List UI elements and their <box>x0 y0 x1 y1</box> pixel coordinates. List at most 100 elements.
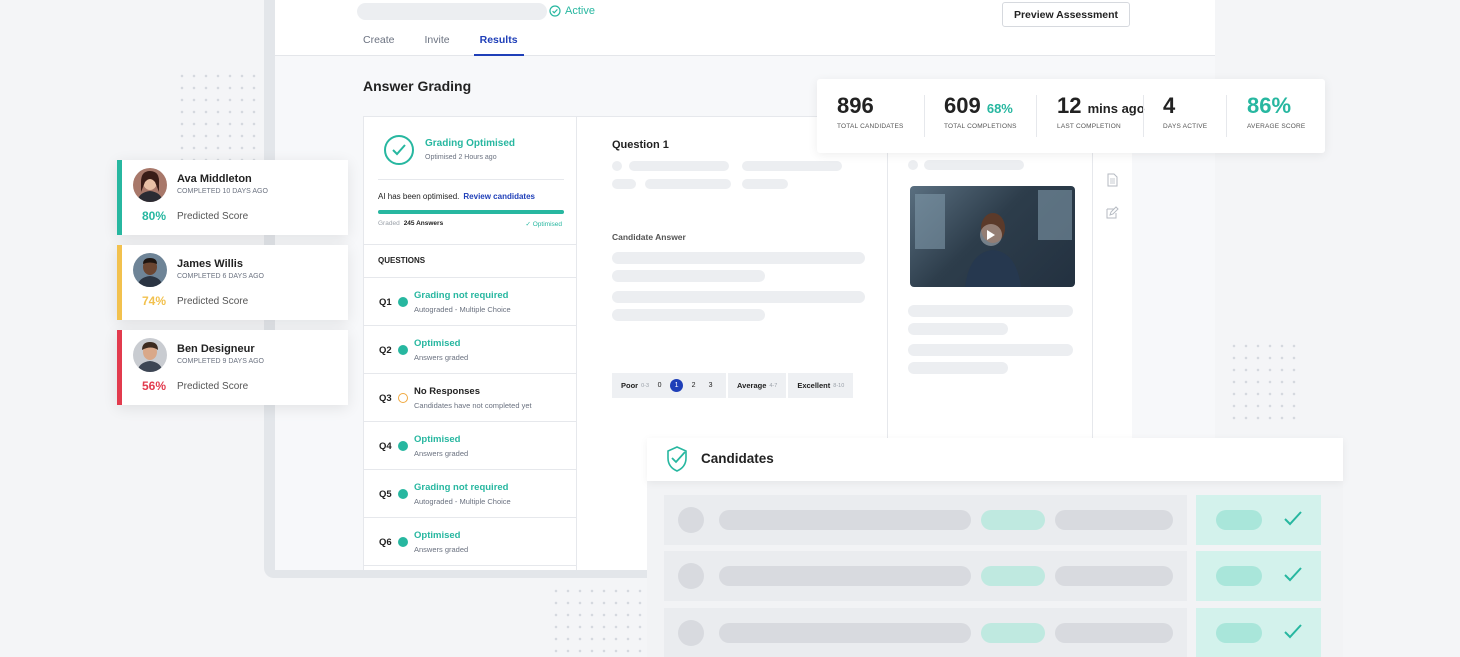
candidate-card-ava[interactable]: Ava Middleton COMPLETED 10 DAYS AGO 80% … <box>117 160 348 235</box>
text-placeholder <box>612 161 622 171</box>
stat-label: DAYS ACTIVE <box>1163 123 1208 130</box>
rating-poor[interactable]: Poor 0-3 0 1 2 3 <box>612 373 727 398</box>
rating-option-0[interactable]: 0 <box>653 379 666 392</box>
graded-label: Graded 245 Answers <box>378 220 443 227</box>
question-title: Question 1 <box>612 139 669 151</box>
candidate-card-ben[interactable]: Ben Designeur COMPLETED 9 DAYS AGO 56% P… <box>117 330 348 405</box>
play-icon[interactable] <box>980 224 1002 246</box>
stats-card: 896 TOTAL CANDIDATES 609 68% TOTAL COMPL… <box>817 79 1325 153</box>
candidate-row-status <box>1196 495 1321 545</box>
candidate-completed: COMPLETED 9 DAYS AGO <box>177 358 265 365</box>
question-row-q1[interactable]: Q1 Grading not required Autograded - Mul… <box>364 278 578 326</box>
avatar <box>133 338 167 372</box>
rating-option-2[interactable]: 2 <box>687 379 700 392</box>
tab-invite[interactable]: Invite <box>425 34 456 56</box>
text-placeholder <box>742 179 788 189</box>
question-status: Optimised <box>414 434 461 445</box>
candidate-row-status <box>1196 608 1321 657</box>
ai-status-label: AI has been optimised. <box>378 192 460 201</box>
status-placeholder <box>1216 566 1262 586</box>
name-placeholder <box>719 566 971 586</box>
score-placeholder <box>981 510 1045 530</box>
date-placeholder <box>1055 566 1173 586</box>
tab-create[interactable]: Create <box>363 34 401 56</box>
top-bar: Active Preview Assessment Create Invite … <box>275 0 1215 56</box>
candidate-row[interactable] <box>664 551 1187 601</box>
predicted-score-value: 80% <box>142 209 167 223</box>
video-player[interactable] <box>910 186 1075 287</box>
candidate-row-status <box>1196 551 1321 601</box>
predicted-score-value: 74% <box>142 294 167 308</box>
candidate-answer-label: Candidate Answer <box>612 232 686 242</box>
stat-value: 609 <box>944 93 981 118</box>
question-row-q3[interactable]: Q3 No Responses Candidates have not comp… <box>364 374 578 422</box>
predicted-score-label: Predicted Score <box>177 296 249 307</box>
question-row-q5[interactable]: Q5 Grading not required Autograded - Mul… <box>364 470 578 518</box>
transcript-placeholder <box>908 344 1073 356</box>
question-substatus: Answers graded <box>414 449 469 458</box>
review-candidates-link[interactable]: Review candidates <box>463 192 535 201</box>
page-title: Answer Grading <box>363 78 472 94</box>
question-number: Q2 <box>379 345 392 356</box>
text-placeholder <box>924 160 1024 170</box>
status-placeholder <box>1216 510 1262 530</box>
rating-scale: Poor 0-3 0 1 2 3 Average 4-7 Excellent 8-10 <box>612 373 854 398</box>
name-placeholder <box>719 623 971 643</box>
question-substatus: Autograded - Multiple Choice <box>414 305 511 314</box>
document-icon[interactable] <box>1105 173 1119 187</box>
checkmark-icon <box>1284 511 1302 526</box>
stat-value: 12 <box>1057 93 1082 118</box>
transcript-placeholder <box>908 305 1073 317</box>
assessment-title-placeholder <box>357 3 547 20</box>
candidate-row[interactable] <box>664 608 1187 657</box>
question-substatus: Autograded - Multiple Choice <box>414 497 511 506</box>
candidate-name: James Willis <box>177 258 243 270</box>
score-placeholder <box>981 623 1045 643</box>
text-placeholder <box>742 161 842 171</box>
rating-excellent[interactable]: Excellent 8-10 <box>788 373 854 398</box>
avatar-placeholder <box>678 507 704 533</box>
ai-status-text: AI has been optimised. Review candidates <box>378 192 535 201</box>
stat-value: 86% <box>1247 93 1292 118</box>
candidate-completed: COMPLETED 10 DAYS AGO <box>177 188 268 195</box>
stat-last-completion: 12 mins ago LAST COMPLETION <box>1057 93 1145 130</box>
tab-results[interactable]: Results <box>473 34 524 56</box>
avatar-placeholder <box>678 620 704 646</box>
tab-bar: Create Invite Results <box>363 34 548 56</box>
rating-option-1[interactable]: 1 <box>670 379 684 392</box>
question-row-q4[interactable]: Q4 Optimised Answers graded <box>364 422 578 470</box>
stat-label: AVERAGE SCORE <box>1247 123 1306 130</box>
checkmark-icon <box>1284 567 1302 582</box>
status-placeholder <box>1216 623 1262 643</box>
dot-pattern-left <box>176 70 266 160</box>
question-number: Q6 <box>379 537 392 548</box>
graded-text: Graded <box>378 220 400 227</box>
check-circle-icon <box>549 5 561 17</box>
question-number: Q4 <box>379 441 392 452</box>
avatar-placeholder <box>678 563 704 589</box>
question-substatus: Answers graded <box>414 545 469 554</box>
check-circle-icon <box>398 297 408 307</box>
rating-option-3[interactable]: 3 <box>704 379 717 392</box>
question-status: Optimised <box>414 338 461 349</box>
graded-count: 245 Answers <box>403 220 444 227</box>
answer-placeholder <box>612 291 865 303</box>
stat-suffix: mins ago <box>1087 101 1145 116</box>
rating-average[interactable]: Average 4-7 <box>728 373 787 398</box>
check-circle-icon <box>384 135 414 165</box>
question-status: Optimised <box>414 530 461 541</box>
predicted-score-label: Predicted Score <box>177 381 249 392</box>
question-row-q6[interactable]: Q6 Optimised Answers graded <box>364 518 578 566</box>
question-row-q2[interactable]: Q2 Optimised Answers graded <box>364 326 578 374</box>
candidate-card-james[interactable]: James Willis COMPLETED 6 DAYS AGO 74% Pr… <box>117 245 348 320</box>
divider <box>1143 95 1144 137</box>
stat-value: 896 <box>837 93 874 118</box>
name-placeholder <box>719 510 971 530</box>
transcript-placeholder <box>908 323 1008 335</box>
edit-icon[interactable] <box>1105 206 1119 220</box>
candidate-row[interactable] <box>664 495 1187 545</box>
stat-value-wrap: 12 mins ago <box>1057 93 1145 119</box>
avatar <box>133 168 167 202</box>
answer-placeholder <box>612 270 765 282</box>
preview-assessment-button[interactable]: Preview Assessment <box>1002 2 1130 27</box>
